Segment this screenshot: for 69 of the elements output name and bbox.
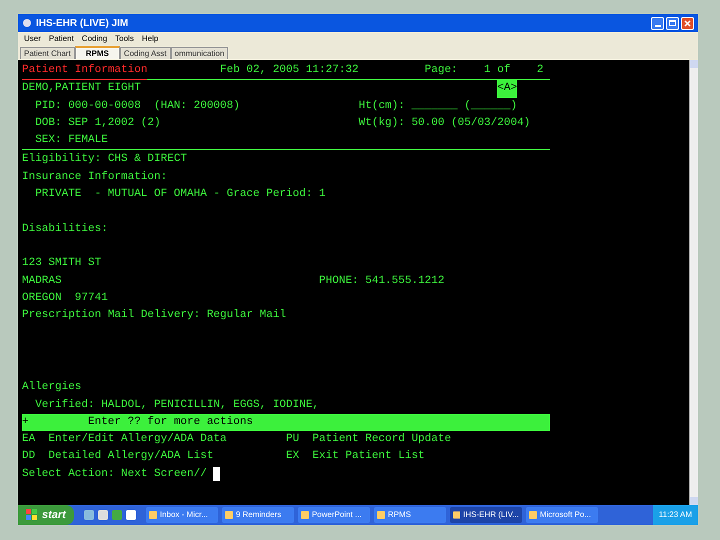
status-badge: <A> — [497, 80, 518, 98]
terminal-line: OREGON 97741 — [22, 290, 109, 306]
page-label: Page: — [424, 63, 459, 78]
quick-launch-icon[interactable] — [98, 510, 108, 520]
terminal-line: PRIVATE - MUTUAL OF OMAHA - Grace Period: 1 — [34, 187, 327, 202]
app-icon — [22, 18, 32, 28]
terminal-line: Prescription Mail Delivery: Regular Mail — [22, 308, 288, 324]
action-label: Enter/Edit Allergy/ADA Data — [48, 432, 227, 448]
clock: 11:23 AM — [652, 505, 698, 525]
maximize-button[interactable] — [666, 16, 679, 30]
action-label: Exit Patient List — [312, 449, 425, 464]
prompt-text: Select Action: Next Screen// — [22, 466, 208, 482]
patient-name: DEMO,PATIENT EIGHT — [22, 81, 142, 96]
action-label: Patient Record Update — [312, 432, 452, 448]
app-icon — [376, 511, 385, 519]
quick-launch-icon[interactable] — [126, 510, 136, 520]
minimize-button[interactable] — [651, 16, 664, 30]
taskbar-button[interactable]: Microsoft Po... — [526, 507, 598, 523]
app-icon — [224, 511, 233, 519]
terminal-line: + — [22, 414, 30, 430]
menu-item[interactable]: Patient — [48, 32, 74, 44]
terminal-line: Eligibility: CHS & DIRECT — [22, 152, 188, 168]
taskbar-button[interactable]: IHS-EHR (LIV... — [450, 507, 522, 523]
window-title: IHS-EHR (LIVE) JIM — [36, 16, 128, 30]
start-button[interactable]: start — [18, 505, 74, 525]
close-icon — [684, 20, 691, 26]
page-number: 1 of — [484, 63, 512, 78]
screen-title: Patient Information — [22, 62, 148, 80]
terminal-line: Allergies — [22, 380, 82, 396]
windows-logo-icon — [26, 509, 38, 521]
terminal-line: Insurance Information: — [22, 170, 168, 185]
quick-launch-icon[interactable] — [84, 510, 94, 520]
tab[interactable]: RPMS — [74, 46, 120, 59]
text-cursor — [213, 467, 220, 482]
terminal-line: Ht(cm): _______ (______) — [358, 98, 518, 114]
menu-item[interactable]: Tools — [115, 32, 134, 44]
app-icon — [148, 511, 157, 519]
terminal-line: Verified: HALDOL, PENICILLIN, EGGS, IODINE, — [34, 398, 320, 413]
date-time: Feb 02, 2005 11:27:32 — [220, 63, 360, 78]
action-code: EA — [22, 432, 36, 448]
scrollbar[interactable] — [689, 60, 698, 505]
terminal-line: PID: 000-00-0008 (HAN: 200008) — [34, 98, 241, 114]
action-code: DD — [22, 449, 36, 464]
app-icon — [452, 511, 460, 519]
tab[interactable]: Patient Chart — [20, 47, 75, 59]
taskbar-button[interactable]: 9 Reminders — [222, 507, 294, 523]
terminal-line: 123 SMITH ST — [22, 256, 102, 272]
tab[interactable]: ommunication — [170, 47, 228, 59]
terminal-line: PHONE: 541.555.1212 — [319, 274, 444, 289]
taskbar-button[interactable]: Inbox - Micr... — [146, 507, 218, 523]
app-icon — [300, 511, 309, 519]
terminal-line: Wt(kg): 50.00 (05/03/2004) — [358, 116, 530, 131]
close-button[interactable] — [681, 16, 694, 30]
action-code: EX — [286, 449, 300, 464]
page-total: 2 — [536, 63, 544, 78]
terminal-line: MADRAS — [22, 274, 63, 289]
menu-item[interactable]: User — [24, 32, 41, 44]
terminal-line: DOB: SEP 1,2002 (2) — [34, 116, 162, 131]
app-icon — [528, 511, 537, 519]
taskbar-button[interactable]: RPMS — [374, 507, 446, 523]
action-label: Detailed Allergy/ADA List — [48, 449, 214, 464]
menu-item[interactable]: Help — [142, 32, 158, 44]
terminal-line: SEX: FEMALE — [34, 133, 109, 148]
action-code: PU — [286, 432, 300, 448]
menu-item[interactable]: Coding — [82, 32, 108, 44]
terminal-line: Disabilities: — [22, 222, 109, 237]
taskbar-button[interactable]: PowerPoint ... — [298, 507, 370, 523]
tab[interactable]: Coding Asst — [120, 47, 171, 59]
terminal-line: Enter ?? for more actions — [88, 414, 254, 430]
